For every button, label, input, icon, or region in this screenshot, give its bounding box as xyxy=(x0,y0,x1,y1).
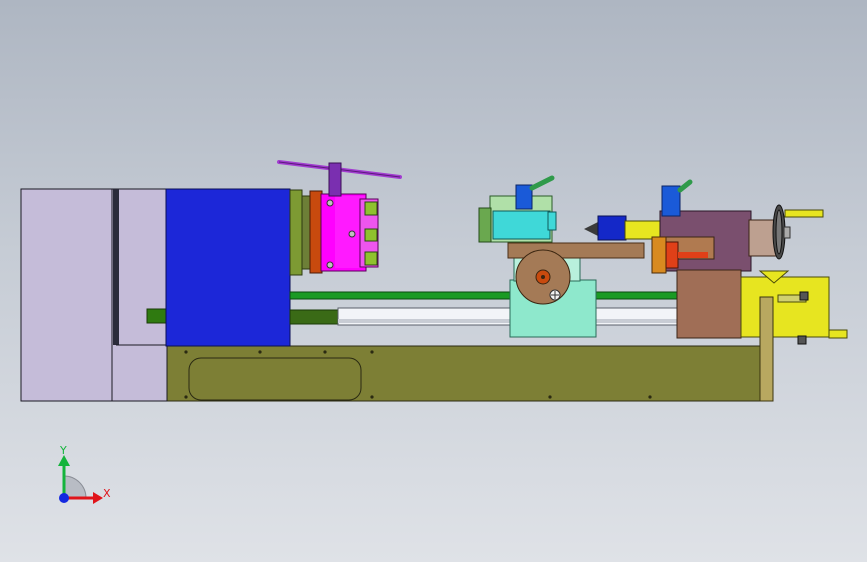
tailstock-handwheel[interactable] xyxy=(772,204,824,260)
headstock-housing[interactable] xyxy=(165,188,291,347)
triad-z-axis xyxy=(59,493,69,503)
tool-post-lever[interactable] xyxy=(529,175,555,191)
handwheel[interactable] xyxy=(515,249,571,305)
compound-slide[interactable] xyxy=(492,210,551,240)
lathe-bed[interactable] xyxy=(165,345,761,402)
handwheel-handle[interactable] xyxy=(784,209,824,218)
triad-x-label: X xyxy=(103,487,111,500)
tailstock-lever[interactable] xyxy=(677,179,693,193)
lathe-model[interactable]: Y X xyxy=(0,0,867,562)
view-orientation-triad: Y X xyxy=(58,444,111,504)
tool-post[interactable] xyxy=(478,175,557,243)
three-jaw-chuck[interactable] xyxy=(320,193,379,272)
cutting-tool xyxy=(584,215,662,241)
motor-cover[interactable] xyxy=(20,188,168,402)
graphics-viewport[interactable]: Y X xyxy=(0,0,867,562)
tailstock-lock[interactable] xyxy=(661,185,681,217)
spindle-flange[interactable] xyxy=(289,189,323,276)
triad-y-label: Y xyxy=(59,444,67,457)
